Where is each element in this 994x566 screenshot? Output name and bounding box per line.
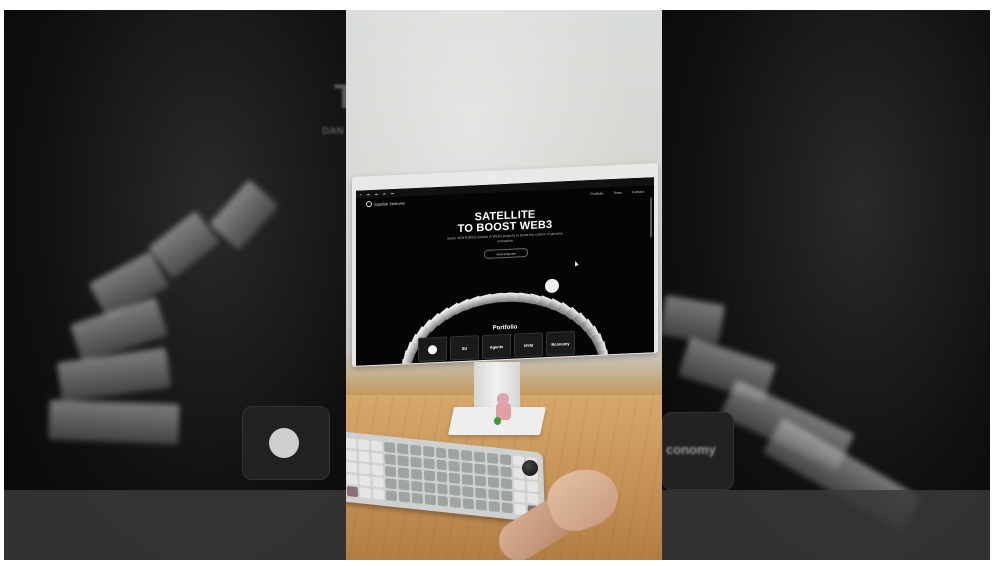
keyboard-key [475, 487, 487, 499]
site-logo[interactable]: Satellite Ventures [366, 200, 405, 208]
keyboard-key [423, 457, 435, 470]
keyboard-key [411, 492, 423, 504]
sphere-graphic [545, 278, 559, 293]
keyboard-key [474, 451, 486, 463]
keyboard-key [385, 490, 397, 502]
portfolio-logo-1[interactable] [418, 336, 447, 362]
keyboard-key [461, 462, 474, 474]
webcam-icon [488, 173, 496, 181]
keyboard-key [346, 461, 358, 474]
blurred-logo-icon [269, 428, 299, 458]
keyboard-key [372, 488, 384, 500]
keyboard-key [384, 465, 396, 478]
keyboard-key [358, 463, 371, 475]
keyboard-key [435, 459, 448, 471]
blurred-subheading: DAN [322, 126, 344, 137]
keyboard-key [422, 445, 434, 458]
nav-link-team[interactable]: Team [613, 191, 622, 195]
keyboard-key [450, 496, 462, 509]
satellite-logo-icon [366, 201, 372, 208]
nav-link-contact[interactable]: Contact [632, 190, 644, 195]
video-frame: T DAN conomy ● ▬ ▬ ▬ ▬ Satellite Venture… [4, 10, 990, 560]
keyboard-key [346, 473, 358, 486]
keyboard-key [370, 440, 383, 452]
keyboard-key [448, 448, 460, 460]
site-name: Satellite Ventures [374, 200, 406, 207]
keyboard-key [346, 437, 357, 449]
keyboard-key [462, 486, 474, 498]
keyboard-key [500, 478, 513, 490]
keyboard-key [357, 439, 370, 451]
keyboard-key [437, 495, 449, 507]
keyboard-key [436, 483, 449, 495]
keyboard-key [383, 441, 396, 454]
keyboard-key [462, 474, 474, 486]
checkmark-logo-icon [428, 344, 437, 354]
portfolio-logo-5[interactable]: Bconomy [546, 330, 575, 357]
keyboard-key [501, 490, 513, 502]
keyboard-key [410, 468, 422, 480]
keyboard-key [346, 449, 357, 461]
keyboard-key [346, 485, 358, 498]
keyboard-key [397, 467, 409, 479]
figurine-toy [494, 393, 514, 427]
keyboard-key [500, 454, 512, 466]
keyboard-key [448, 460, 461, 472]
keyboard-key [385, 477, 397, 490]
keyboard-key [513, 479, 526, 491]
keyboard-key [423, 482, 436, 494]
keyboard-key [398, 491, 410, 503]
keyboard-key [384, 453, 396, 466]
portfolio-logo-2[interactable]: SU [450, 335, 479, 361]
portfolio-logo-3[interactable]: Agents [482, 333, 511, 360]
keyboard-key [463, 498, 475, 510]
keyboard-key [475, 475, 487, 487]
blurred-background-left: T DAN [4, 10, 346, 560]
keyboard-key [359, 475, 371, 487]
keyboard-key [397, 479, 410, 491]
keyboard-key [410, 456, 422, 468]
hand-on-mouse [491, 459, 636, 560]
keyboard-key [474, 463, 486, 475]
keyboard-key [436, 471, 448, 483]
keyboard-key [501, 502, 514, 514]
keyboard-key [396, 443, 409, 455]
keyboard-key [359, 487, 371, 499]
keyboard-key [475, 499, 488, 511]
blurred-background-right: conomy [662, 10, 990, 560]
keyboard-key [488, 500, 501, 513]
portfolio-logo-4[interactable]: NYM [514, 332, 543, 358]
keyboard-key [397, 455, 409, 467]
keyboard-key [514, 491, 526, 503]
keyboard-key [358, 451, 370, 463]
keyboard-key [449, 472, 461, 484]
keyboard-key [424, 494, 436, 506]
keyboard-key [488, 488, 500, 501]
keyboard-key [423, 470, 435, 482]
photo-center: ● ▬ ▬ ▬ ▬ Satellite Ventures Portfolio Team … [346, 10, 662, 560]
keyboard-key [372, 476, 384, 488]
blurred-logo-text: conomy [666, 442, 716, 457]
keyboard-key [461, 450, 473, 462]
keyboard-key [488, 476, 500, 489]
nav-link-portfolio[interactable]: Portfolio [591, 192, 604, 197]
keyboard-key [371, 452, 383, 464]
blurred-heading: T [334, 78, 346, 116]
keyboard-key [487, 452, 499, 464]
keyboard-key [371, 464, 384, 476]
keyboard-key [500, 466, 512, 478]
keyboard-key [449, 484, 461, 497]
keyboard-key [487, 464, 499, 477]
keyboard-key [409, 444, 421, 456]
keyboard-key [435, 447, 447, 459]
monitor-screen: ● ▬ ▬ ▬ ▬ Satellite Ventures Portfolio Team … [356, 177, 654, 366]
keyboard-key [410, 480, 423, 492]
